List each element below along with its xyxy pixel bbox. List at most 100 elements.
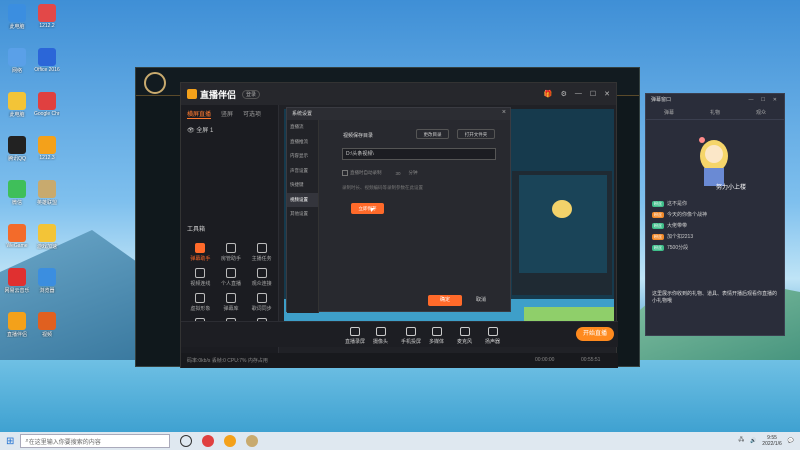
desktop-icon[interactable]: 此电脑 [4,4,30,30]
control-icon [459,327,470,336]
control-button[interactable]: 麦克风 [457,327,472,345]
close-icon[interactable]: × [502,109,506,116]
save-now-button[interactable]: 立即保存 [351,203,384,214]
tool-item[interactable]: 视频连线 [185,268,216,287]
tool-item[interactable]: 虚拟形象 [185,293,216,312]
tab-danmaku[interactable]: 弹幕 [664,109,674,116]
desktop-icon[interactable]: 1212.2 [34,4,60,29]
chrome-taskbar-icon[interactable] [202,435,215,447]
desktop-icon[interactable]: 1212.3 [34,136,60,161]
tool-item[interactable]: 个人直播 [216,268,247,287]
tab-gifts[interactable]: 礼物 [710,109,720,116]
login-button[interactable]: 登录 [242,89,261,99]
minimize-icon[interactable]: — [575,90,582,98]
tool-item[interactable]: 房管助手 [216,243,247,262]
settings-nav-item[interactable]: 其他设置 [287,207,318,222]
desktop-icon[interactable]: Office 2016 [34,48,60,73]
tool-label: 歌词同步 [251,306,272,312]
tool-item[interactable]: 弹幕助手 [185,243,216,262]
tab-portrait[interactable]: 竖屏 [221,109,233,119]
settings-nav-item[interactable]: 直播推流 [287,135,318,150]
taskbar-search[interactable]: ⌕ 在这里输入你要搜索的内容 [20,434,171,448]
settings-nav-item[interactable]: 内容显示 [287,149,318,164]
desktop-icon-label: 此电脑 [9,112,25,118]
split-unit: 分钟 [408,170,418,175]
eye-icon[interactable]: 👁 [187,128,195,134]
go-live-button[interactable]: 开始直播 [576,327,614,341]
control-icon [487,327,498,336]
gift-icon[interactable]: 🎁 [544,90,553,98]
settings-icon[interactable]: ⚙ [561,90,567,98]
desktop-icon[interactable]: 网易云音乐 [4,268,30,294]
auto-record-label: 直播时自动录制 [350,170,382,175]
ok-button[interactable]: 确定 [428,295,462,306]
fan-badge: 粉丝 [652,244,664,251]
chat-tabs: 弹幕 礼物 观众 [646,106,784,120]
tool-item[interactable]: 主播任务 [246,243,277,262]
status-bar: 码率:0kb/s 丢帧:0 CPU:7% 内存占用 00:00:00 00:55… [181,353,618,368]
desktop-icon[interactable]: 英雄联盟 [34,180,60,206]
split-value[interactable]: 30 [396,171,401,176]
control-button[interactable]: 多媒体 [429,327,444,345]
live-companion-taskbar-icon[interactable] [224,435,237,447]
close-icon[interactable]: ✕ [604,90,610,98]
settings-nav-item[interactable]: 视频设置 [287,192,318,207]
desktop-icon-label: 网易云音乐 [4,288,30,294]
desktop-icon[interactable]: 腾讯QQ [4,136,30,162]
desktop-icon-label: Google Chrome [34,111,60,117]
desktop-icon[interactable]: 直播伴侣 [4,312,30,338]
scene-item[interactable]: 👁 全屏 1 [181,123,278,136]
control-label: 扬声器 [485,339,501,345]
tab-options[interactable]: 可选项 [243,109,261,119]
message-text: 7500分段 [667,245,689,251]
desktop-icon-label: 英雄联盟 [36,200,57,206]
control-button[interactable]: 手机投屏 [401,327,421,345]
cancel-button[interactable]: 取消 [476,295,486,306]
tool-item[interactable]: 观众连接 [246,268,277,287]
desktop-icon-label: 网络 [11,68,22,74]
desktop-icon[interactable]: 此电脑 [4,92,30,118]
notification-icon[interactable]: 💬 [788,438,794,444]
chat-message: 粉丝 加个扣2213 [646,231,784,242]
desktop-icon[interactable]: WeGame [4,224,30,249]
volume-icon[interactable]: 🔊 [750,438,756,444]
save-path-input[interactable]: D:\头条视频\ [342,148,496,160]
desktop-icon[interactable]: 微信 [4,180,30,206]
tool-item[interactable]: 弹幕库 [216,293,247,312]
app-icon [38,180,56,198]
desktop-icon-label: 游戏加速 [36,244,57,250]
tab-audience[interactable]: 观众 [756,109,766,116]
tool-label: 视频连线 [190,281,211,287]
tool-label: 弹幕助手 [190,256,211,262]
clock-date: 2022/1/6 [762,441,782,447]
desktop-icon[interactable]: 浏览器 [34,268,60,294]
maximize-icon[interactable]: ☐ [590,90,596,98]
chat-window-controls[interactable]: — ☐ ✕ [749,94,784,106]
desktop-icon[interactable]: 网络 [4,48,30,74]
auto-record-checkbox[interactable] [342,170,348,176]
tool-item[interactable]: 歌词同步 [246,293,277,312]
desktop-icon-label: 浏览器 [39,288,55,294]
tab-landscape[interactable]: 横屏直播 [187,109,212,119]
network-icon[interactable]: 🖧 [738,437,744,445]
settings-nav-item[interactable]: 快捷键 [287,178,318,193]
open-folder-button[interactable]: 打开文件夹 [457,129,495,139]
desktop-icon[interactable]: 游戏加速 [34,224,60,250]
lol-taskbar-icon[interactable] [246,435,259,447]
desktop-icon[interactable]: 视频 [34,312,60,338]
desktop-icon[interactable]: Google Chrome [34,92,60,117]
app-icon [8,92,26,110]
windows-start-icon[interactable]: ⊞ [6,436,14,447]
tool-icon [256,243,267,253]
app-icon [38,48,56,66]
control-button[interactable]: 摄像头 [373,327,388,345]
settings-nav-item[interactable]: 声音设置 [287,164,318,179]
message-text: 今天的你像个战神 [667,212,708,218]
control-button[interactable]: 扬声器 [485,327,500,345]
settings-nav-item[interactable]: 直播流 [287,120,318,135]
taskbar-clock[interactable]: 9:55 2022/1/6 [762,435,781,447]
control-button[interactable]: 直播录屏 [345,327,365,345]
change-dir-button[interactable]: 更改目录 [416,129,449,139]
task-view-icon[interactable] [180,435,193,447]
virtual-avatar-area: 努力小上楼 [646,120,784,198]
